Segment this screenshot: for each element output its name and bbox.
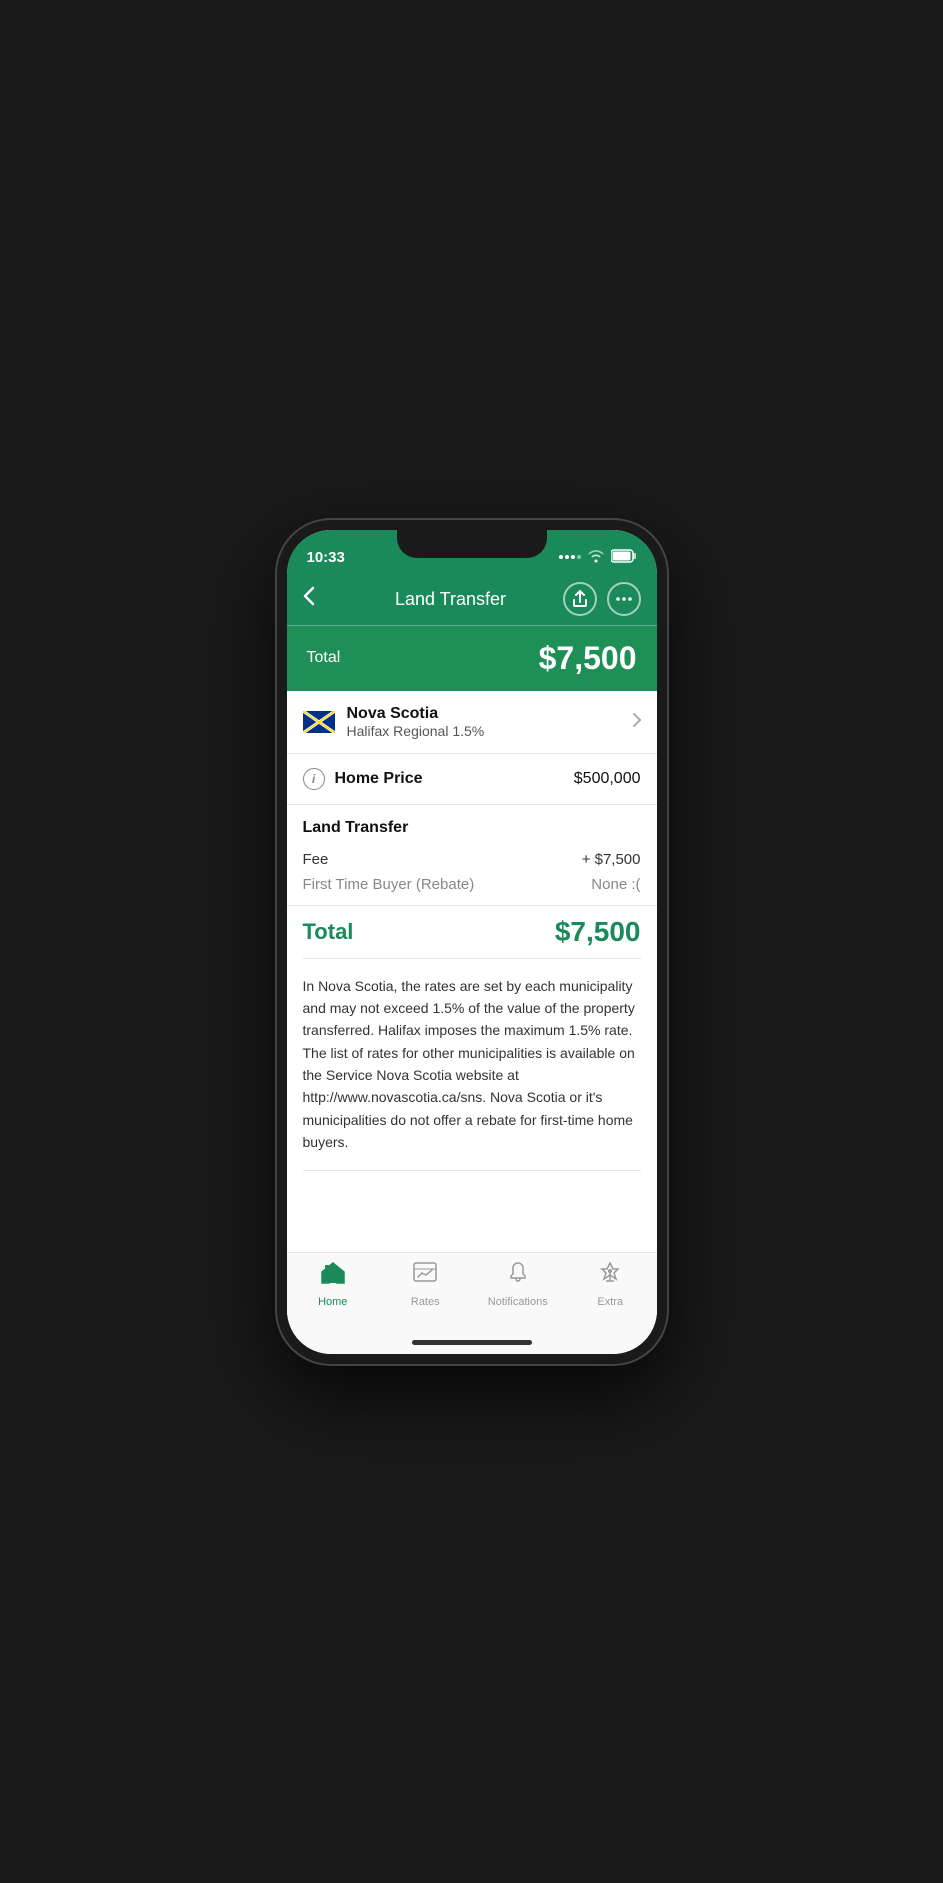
province-name: Nova Scotia: [347, 705, 633, 723]
nav-actions: [563, 582, 641, 616]
share-button[interactable]: [563, 582, 597, 616]
total-section-row: Total $7,500: [287, 905, 657, 958]
rebate-label: First Time Buyer (Rebate): [303, 876, 475, 893]
land-transfer-section: Land Transfer Fee + $7,500 First Time Bu…: [287, 805, 657, 897]
total-banner-amount: $7,500: [539, 640, 637, 677]
land-transfer-title: Land Transfer: [303, 819, 641, 837]
dot3: [571, 555, 575, 559]
province-info: Nova Scotia Halifax Regional 1.5%: [347, 705, 633, 739]
total-section-label: Total: [303, 919, 354, 945]
total-banner: Total $7,500: [287, 626, 657, 691]
home-tab-icon: [320, 1261, 346, 1292]
nova-scotia-flag: [303, 711, 335, 733]
home-price-label: Home Price: [335, 770, 574, 788]
wifi-icon: [587, 549, 605, 566]
info-icon: i: [303, 768, 325, 790]
home-price-row[interactable]: i Home Price $500,000: [287, 754, 657, 805]
rebate-value: None :(: [591, 876, 640, 893]
rebate-row: First Time Buyer (Rebate) None :(: [303, 872, 641, 897]
tab-notifications[interactable]: Notifications: [472, 1261, 565, 1308]
notch: [397, 530, 547, 558]
home-price-value: $500,000: [574, 770, 641, 788]
status-time: 10:33: [307, 549, 345, 566]
content-area: Nova Scotia Halifax Regional 1.5% i Home…: [287, 691, 657, 1252]
fee-row: Fee + $7,500: [303, 847, 641, 872]
notifications-tab-icon: [506, 1261, 530, 1292]
home-bar: [412, 1340, 532, 1345]
total-banner-label: Total: [307, 649, 341, 667]
dot1: [559, 555, 563, 559]
dot2: [565, 555, 569, 559]
battery-icon: [611, 549, 637, 566]
nav-title: Land Transfer: [339, 589, 563, 610]
rates-tab-icon: [412, 1261, 438, 1292]
chevron-right-icon: [633, 711, 641, 732]
fee-label: Fee: [303, 851, 329, 868]
bottom-divider: [303, 1170, 641, 1171]
signal-dots: [559, 555, 581, 559]
back-button[interactable]: [303, 586, 339, 612]
extra-tab-icon: [598, 1261, 622, 1292]
home-tab-label: Home: [318, 1296, 347, 1308]
home-indicator: [287, 1332, 657, 1354]
status-icons: [559, 549, 637, 566]
nav-bar: Land Transfer: [287, 574, 657, 626]
extra-tab-label: Extra: [597, 1296, 623, 1308]
tab-home[interactable]: Home: [287, 1261, 380, 1308]
province-row[interactable]: Nova Scotia Halifax Regional 1.5%: [287, 691, 657, 754]
description-text: In Nova Scotia, the rates are set by eac…: [287, 959, 657, 1170]
tab-extra[interactable]: Extra: [564, 1261, 657, 1308]
more-button[interactable]: [607, 582, 641, 616]
fee-value: + $7,500: [582, 851, 641, 868]
dot4: [577, 555, 581, 559]
tab-rates[interactable]: Rates: [379, 1261, 472, 1308]
tab-bar: Home Rates Notifications: [287, 1252, 657, 1332]
phone-frame: 10:33: [277, 520, 667, 1364]
rates-tab-label: Rates: [411, 1296, 440, 1308]
province-subtitle: Halifax Regional 1.5%: [347, 723, 633, 739]
total-section-value: $7,500: [555, 916, 641, 948]
notifications-tab-label: Notifications: [488, 1296, 548, 1308]
